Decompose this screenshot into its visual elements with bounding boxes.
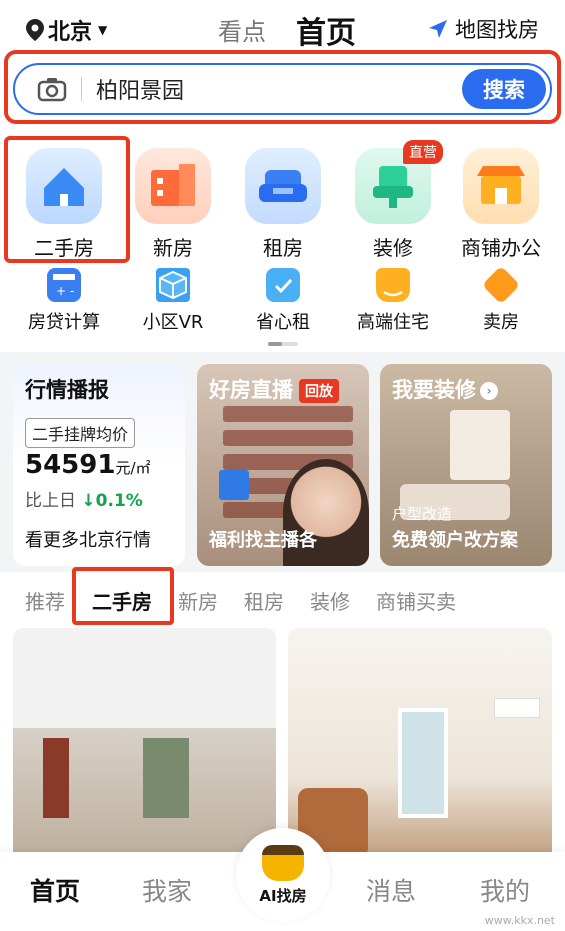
search-divider (81, 77, 82, 101)
map-find-button[interactable]: 地图找房 (427, 14, 539, 44)
category-zhuangxiu[interactable]: 直营 装修 (338, 140, 448, 261)
cube-vr-icon (156, 268, 190, 302)
tool-label: 小区VR (142, 312, 204, 333)
renovation-card[interactable]: 我要装修 › 户型改造 免费领户改方案 (380, 364, 552, 566)
card-link[interactable]: 福利找主播各 (209, 526, 317, 552)
tool-label: 卖房 (483, 312, 519, 333)
backdrop-row (223, 430, 353, 446)
category-label: 新房 (153, 236, 193, 260)
calculator-icon: + - (47, 268, 81, 302)
live-stream-card[interactable]: 好房直播 回放 福利找主播各 (197, 364, 369, 566)
card-subtitle: 户型改造 (392, 505, 453, 523)
feed-tab-zhuangxiu[interactable]: 装修 (310, 586, 350, 615)
nav-home[interactable]: 首页 (30, 872, 80, 908)
chevron-down-icon: ▼ (98, 23, 108, 37)
feed-tab-highlight-frame (72, 567, 174, 625)
category-label: 商铺办公 (461, 236, 541, 260)
nav-mine[interactable]: 我家 (142, 872, 192, 908)
price-value: 54591 (25, 450, 116, 480)
change-percent: 0.1% (95, 491, 143, 511)
tab-kandian[interactable]: 看点 (218, 12, 266, 47)
change-prefix: 比上日 (25, 491, 76, 511)
crown-icon (376, 268, 410, 302)
card-title: 好房直播 回放 (209, 374, 339, 404)
reno-title: 我要装修 (392, 378, 476, 402)
live-title: 好房直播 (209, 378, 293, 402)
price-change: 比上日 ↓0.1% (25, 486, 143, 511)
arrow-down-icon: ↓ (81, 491, 96, 511)
nav-ai-find[interactable]: AI找房 (236, 828, 330, 922)
nav-me[interactable]: 我的 (480, 872, 530, 908)
search-bar[interactable]: 柏阳景园 搜索 (13, 63, 552, 115)
nav-messages[interactable]: 消息 (366, 872, 416, 908)
bottom-navigation: 首页 我家 AI找房 消息 我的 www.kkx.net (0, 828, 565, 931)
camera-icon[interactable] (37, 76, 67, 102)
armchair-icon: 直营 (355, 140, 443, 224)
tool-community-vr[interactable]: 小区VR (118, 268, 228, 334)
chevron-right-icon: › (480, 382, 498, 400)
card-title: 行情播报 (25, 378, 109, 402)
listing-photo-balcony (398, 708, 448, 818)
price-label: 二手挂牌均价 (25, 418, 136, 448)
building-icon (135, 148, 211, 224)
backdrop-row (223, 406, 353, 422)
listing-photo-door (43, 738, 69, 818)
zhiying-badge: 直营 (403, 140, 443, 164)
card-link[interactable]: 看更多北京行情 (25, 526, 151, 552)
tool-sell-home[interactable]: 卖房 (446, 265, 556, 334)
svg-text:+ -: + - (56, 284, 74, 298)
category-xinfang[interactable]: 新房 (118, 140, 228, 261)
feed-tab-xinfang[interactable]: 新房 (178, 586, 218, 615)
tool-label: 高端住宅 (357, 312, 429, 333)
city-name: 北京 (48, 20, 93, 45)
feed-tab-shangpu[interactable]: 商铺买卖 (376, 586, 456, 615)
tool-label: 房贷计算 (28, 312, 100, 333)
map-find-label: 地图找房 (455, 18, 539, 42)
map-navigation-icon (429, 20, 447, 38)
category-zufang[interactable]: 租房 (228, 140, 338, 261)
sofa-icon (245, 148, 321, 224)
category-grid-secondary: + - 房贷计算 小区VR 省心租 高端住宅 卖房 (0, 265, 565, 338)
ershoufang-highlight-frame (4, 136, 130, 263)
city-selector[interactable]: 北京 ▼ (26, 14, 107, 46)
listing-photo-ac (494, 698, 540, 718)
shop-icon (463, 148, 539, 224)
category-label: 装修 (373, 236, 413, 260)
stream-tag (219, 470, 249, 500)
tool-easy-rent[interactable]: 省心租 (228, 268, 338, 334)
location-pin-icon (26, 19, 44, 41)
room-window (450, 410, 510, 480)
tool-label: 省心租 (256, 312, 310, 333)
listing-card[interactable] (288, 628, 552, 878)
market-report-card[interactable]: 行情播报 二手挂牌均价 54591元/㎡ 比上日 ↓0.1% 看更多北京行情 (13, 364, 185, 566)
average-price: 54591元/㎡ (25, 450, 151, 480)
price-tag-icon (481, 265, 521, 305)
page-indicator (268, 342, 298, 346)
tool-luxury-homes[interactable]: 高端住宅 (338, 268, 448, 334)
feed-tab-zufang[interactable]: 租房 (244, 586, 284, 615)
feed-tab-recommend[interactable]: 推荐 (25, 586, 65, 615)
price-unit: 元/㎡ (115, 459, 151, 477)
tool-mortgage-calc[interactable]: + - 房贷计算 (9, 268, 119, 334)
listing-card[interactable] (13, 628, 276, 878)
category-shangpu[interactable]: 商铺办公 (446, 140, 556, 261)
site-watermark: www.kkx.net (484, 914, 555, 927)
category-label: 租房 (263, 236, 303, 260)
feature-cards: 行情播报 二手挂牌均价 54591元/㎡ 比上日 ↓0.1% 看更多北京行情 好… (0, 352, 565, 572)
card-link[interactable]: 免费领户改方案 (392, 526, 518, 552)
heart-check-icon (266, 268, 300, 302)
ai-mascot-icon (262, 844, 304, 881)
listing-photo-window (143, 738, 189, 818)
search-button[interactable]: 搜索 (462, 69, 546, 109)
tab-home[interactable]: 首页 (296, 8, 356, 52)
ai-label: AI找房 (259, 886, 307, 905)
card-title: 我要装修 › (392, 374, 498, 404)
replay-badge: 回放 (299, 379, 339, 403)
